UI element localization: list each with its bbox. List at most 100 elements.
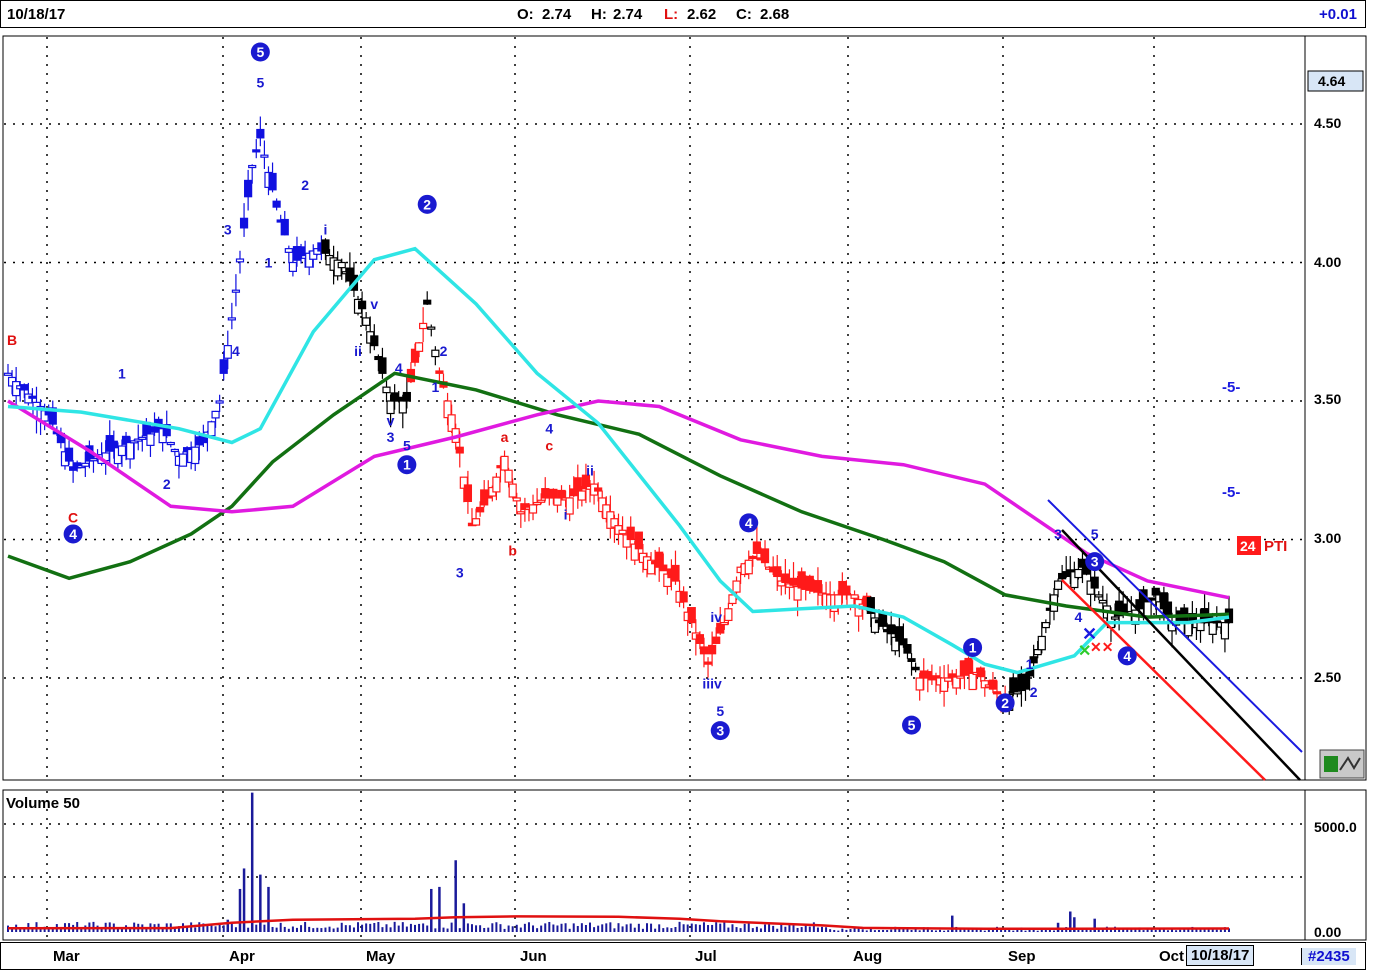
wave-label: iiiv	[702, 676, 722, 692]
wave-label: 5	[1091, 526, 1099, 542]
candle-body	[211, 410, 220, 419]
date-box: 10/18/17	[1186, 945, 1255, 966]
candle-body	[3, 372, 13, 376]
candle-body	[1013, 691, 1022, 695]
candle-body	[268, 172, 277, 191]
y-tick-label: 4.50	[1314, 115, 1341, 131]
wave-label: ii	[354, 343, 362, 359]
red-x-marker: ✕✕	[1090, 639, 1113, 655]
candle-body	[549, 488, 558, 499]
candle-body	[842, 585, 851, 596]
wave-label: 4	[1123, 648, 1131, 664]
candle-body	[1037, 635, 1046, 651]
month-label: May	[366, 948, 396, 965]
time-axis-bar: Mar Apr May Jun Jul Aug Sep Oct 10/18/17…	[0, 942, 1366, 970]
candle-body	[138, 436, 147, 440]
candle-body	[1110, 616, 1120, 620]
candle-body	[1021, 674, 1030, 690]
candle-body	[455, 446, 464, 454]
candle-body	[207, 421, 216, 437]
candle-body	[724, 608, 733, 622]
wave-label: i	[324, 221, 328, 237]
candle-body	[923, 671, 932, 679]
candle-body	[427, 326, 436, 330]
symbol-count: #2435	[1301, 948, 1356, 965]
pti-value: 24	[1240, 538, 1256, 554]
candle-body	[508, 483, 517, 498]
candle-body	[382, 386, 391, 394]
y-tick-label: 3.50	[1314, 391, 1341, 407]
month-label: Jun	[520, 948, 547, 965]
volume-panel	[2, 789, 1367, 941]
candle-body	[170, 448, 179, 453]
wave-label: a	[501, 429, 509, 445]
candle-body	[1090, 576, 1099, 589]
candle-body	[28, 395, 37, 399]
candle-body	[915, 677, 924, 691]
candle-body	[219, 359, 228, 374]
candle-body	[504, 469, 513, 483]
candle-body	[687, 607, 696, 624]
candle-body	[626, 526, 635, 541]
wave-label: 3	[1054, 526, 1062, 542]
candle-body	[435, 370, 444, 374]
wave-label: c	[545, 437, 553, 453]
volume-title: Volume 50	[6, 795, 80, 812]
wave-label: 1	[431, 379, 439, 395]
candle-body	[712, 636, 721, 644]
candle-body	[248, 164, 257, 169]
candle-body	[81, 462, 90, 467]
candle-body	[671, 564, 680, 582]
candle-body	[378, 357, 387, 374]
wave-label: 1	[118, 365, 126, 381]
wave-label: C	[68, 509, 78, 525]
candle-body	[773, 566, 782, 578]
candle-body	[146, 433, 155, 446]
candle-body	[793, 585, 802, 601]
wave-label: 3	[1091, 554, 1099, 570]
candle-body	[235, 258, 245, 263]
wave-label: B	[7, 332, 17, 348]
wave-label: 1	[969, 640, 977, 656]
candle-body	[760, 548, 770, 564]
wave-label: 5	[256, 44, 264, 60]
candle-body	[231, 289, 241, 293]
candle-body	[1143, 601, 1152, 617]
candle-body	[20, 384, 29, 391]
candle-body	[476, 506, 485, 513]
candle-body	[907, 658, 916, 662]
month-label: Aug	[853, 948, 883, 965]
candle-body	[744, 559, 753, 575]
wave-label: 2	[301, 177, 309, 193]
wave-label: 5	[403, 437, 411, 453]
candle-body	[899, 638, 908, 646]
candle-body	[699, 646, 709, 655]
wave-label: 2	[1030, 684, 1038, 700]
candle-body	[1220, 621, 1230, 640]
candle-body	[911, 666, 920, 671]
candle-body	[125, 441, 135, 460]
wave-label: b	[508, 543, 517, 559]
candle-body	[752, 541, 761, 554]
candle-body	[813, 580, 823, 593]
candle-body	[402, 391, 411, 402]
candle-body	[357, 300, 367, 310]
y-tick-label: 4.00	[1314, 254, 1341, 270]
price-chart[interactable]: ✕ ✕ ✕✕ 552BC4123412ivii4v35121a4cb3iii4i…	[0, 0, 1400, 970]
candle-body	[89, 458, 98, 462]
wave-label: 1	[265, 255, 273, 271]
candle-body	[659, 564, 668, 572]
chart-icon[interactable]	[1319, 749, 1365, 779]
wave-label: 4	[545, 421, 553, 437]
wave-label: 2	[440, 343, 448, 359]
month-label: Oct	[1159, 948, 1185, 965]
candle-body	[223, 345, 232, 359]
wave-label: i	[564, 507, 568, 523]
candle-body	[64, 447, 74, 462]
candle-body	[903, 644, 912, 654]
candle-body	[703, 661, 713, 665]
wave-label: 5	[716, 703, 724, 719]
wave-label: 4	[745, 515, 753, 531]
candle-body	[708, 644, 717, 655]
candle-body	[1074, 568, 1083, 579]
